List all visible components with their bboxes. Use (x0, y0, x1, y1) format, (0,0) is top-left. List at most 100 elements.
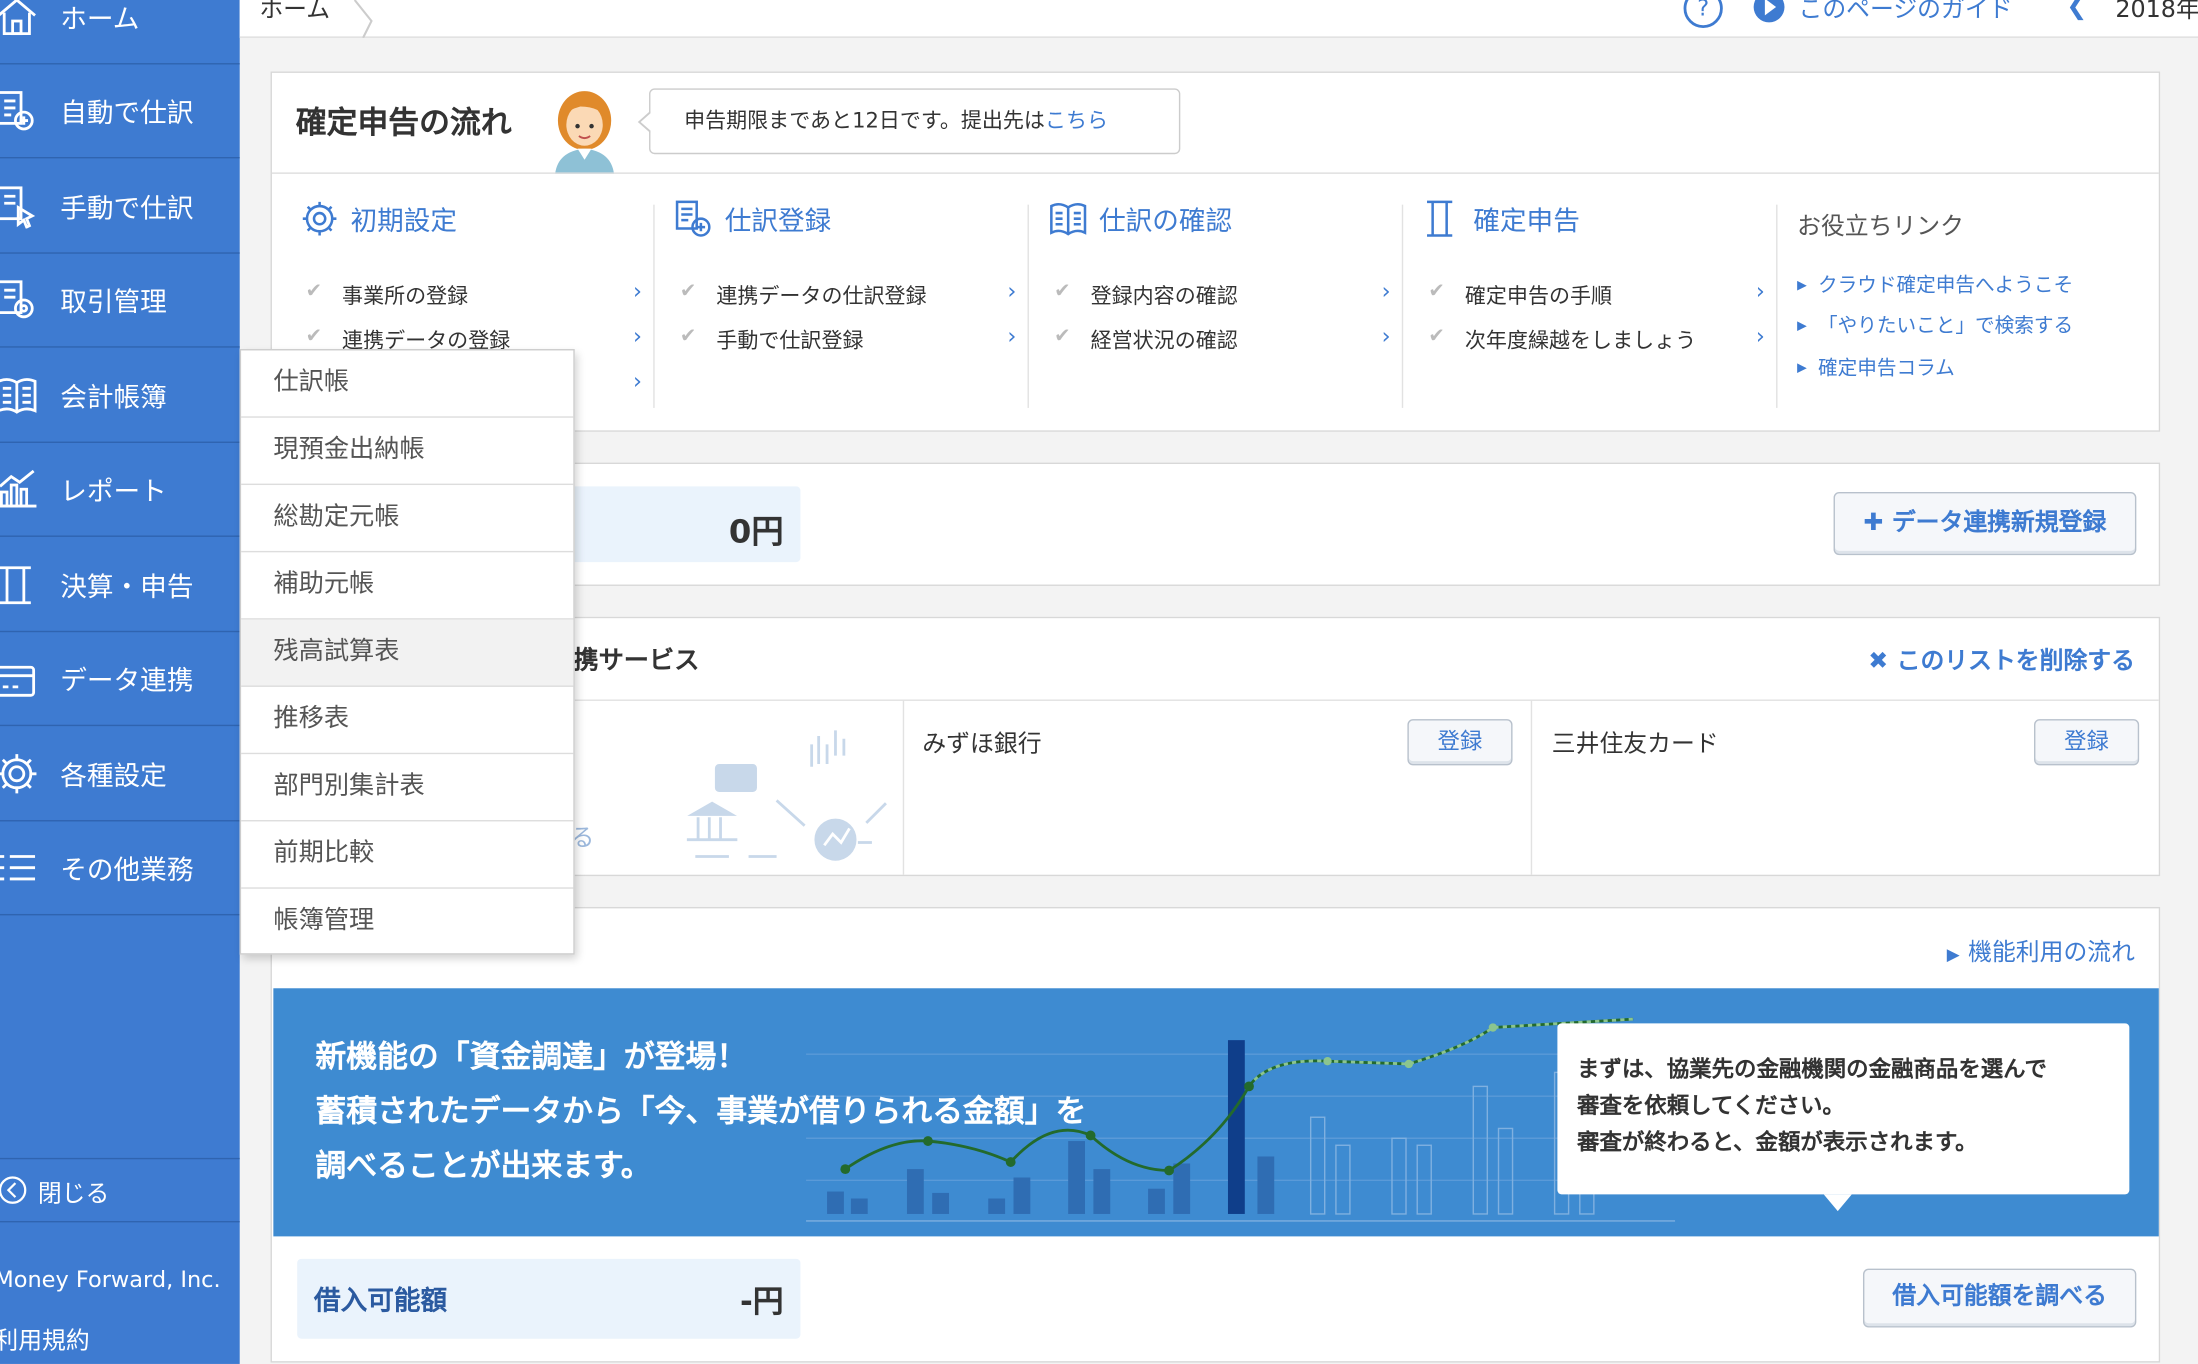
chevron-right-icon: › (1755, 322, 1765, 350)
menu-item-trial-balance[interactable]: 残高試算表 (241, 619, 574, 687)
useful-link[interactable]: ▶ クラウド確定申告へようこそ (1797, 271, 2073, 299)
report-chart-icon (0, 467, 39, 512)
assistant-avatar-icon (555, 91, 614, 174)
document-icon (1427, 200, 1453, 237)
plus-icon: ✚ (1863, 508, 1892, 537)
flow-item[interactable]: ✔ 登録内容の確認 › (1054, 278, 1390, 312)
help-icon[interactable]: ? (1683, 0, 1723, 29)
chevron-right-icon: › (1381, 277, 1391, 305)
flow-column-journal-review: 仕訳の確認 ✔ 登録内容の確認 › ✔ 経営状況の確認 › (1049, 199, 1391, 409)
sidebar-item-settings[interactable]: 各種設定 (0, 728, 240, 822)
flow-step-title: 確定申告 (1473, 205, 1580, 237)
flow-title: 確定申告の流れ (295, 106, 512, 142)
menu-item-cash-book[interactable]: 現預金出納帳 (241, 418, 574, 486)
balance-amount: 0円 (728, 514, 784, 551)
callout-line: まずは、協業先の金融機関の金融商品を選んで (1577, 1055, 2047, 1083)
sidebar-item-manual-journal[interactable]: 手動で仕訳 (0, 160, 240, 254)
chevron-right-icon: › (633, 277, 643, 305)
flow-item[interactable]: ✔ 手動で仕訳登録 › (680, 322, 1016, 356)
menu-item-transition-table[interactable]: 推移表 (241, 687, 574, 755)
list-icon (0, 845, 39, 890)
check-icon: ✔ (1428, 325, 1445, 348)
flow-step-tax-return[interactable]: 確定申告 (1423, 199, 1580, 238)
gear-icon (302, 201, 337, 236)
column-divider (1776, 204, 1778, 408)
terms-link[interactable]: 利用規約 (0, 1320, 90, 1356)
manual-journal-icon (0, 184, 39, 230)
sidebar-item-ledger[interactable]: 会計帳簿 (0, 349, 240, 443)
sidebar-item-label: その他業務 (60, 854, 194, 886)
register-button[interactable]: 登録 (2034, 719, 2140, 766)
flow-item-label: 手動で仕訳登録 (716, 328, 864, 354)
column-divider (1401, 204, 1404, 408)
sidebar-item-data-link[interactable]: データ連携 (0, 632, 240, 727)
triangle-right-icon: ▶ (1797, 319, 1807, 334)
column-divider (1027, 204, 1029, 408)
menu-item-prior-period-comparison[interactable]: 前期比較 (241, 821, 574, 889)
flow-item[interactable]: ✔ 次年度繰越をしましょう › (1428, 322, 1764, 356)
deadline-notice: 申告期限まであと12日です。提出先はこちら (637, 88, 1181, 155)
page-guide-link[interactable]: このページのガイド (1799, 0, 2013, 24)
chevron-right-icon: › (1755, 277, 1765, 305)
check-icon: ✔ (1054, 325, 1071, 348)
services-title: 携サービス (573, 646, 700, 676)
borrowable-amount-label: 借入可能額 (314, 1285, 448, 1317)
breadcrumb[interactable]: ホーム (259, 0, 330, 24)
flow-item[interactable]: ✔ 連携データの仕訳登録 › (680, 278, 1016, 312)
useful-link-label: 確定申告コラム (1818, 357, 1955, 380)
flow-item[interactable]: ✔ 経営状況の確認 › (1054, 322, 1390, 356)
play-icon[interactable] (1753, 0, 1785, 23)
check-icon: ✔ (305, 280, 323, 303)
sidebar-item-settlement[interactable]: 決算・申告 (0, 538, 240, 633)
sidebar-item-report[interactable]: レポート (0, 443, 240, 537)
check-borrowable-button[interactable]: 借入可能額を調べる (1862, 1268, 2137, 1328)
sidebar-item-other[interactable]: その他業務 (0, 821, 240, 916)
menu-item-general-ledger[interactable]: 総勘定元帳 (241, 485, 574, 553)
menu-item-department-summary[interactable]: 部門別集計表 (241, 754, 574, 822)
sidebar-close-button[interactable]: 閉じる (0, 1157, 240, 1223)
fiscal-year[interactable]: 2018年 (2115, 0, 2198, 24)
check-icon: ✔ (1428, 280, 1445, 303)
banner-line: 調べることが出来ます。 (315, 1149, 652, 1185)
flow-step-journal-entry[interactable]: 仕訳登録 (674, 199, 831, 238)
feature-flow-label: 機能利用の流れ (1968, 939, 2135, 968)
divider (271, 172, 2159, 174)
useful-link-label: クラウド確定申告へようこそ (1818, 274, 2074, 298)
chevron-left-circle-icon (0, 1175, 28, 1206)
sidebar-item-label: レポート (60, 475, 167, 507)
chevron-right-icon: › (633, 367, 643, 394)
sidebar-item-transactions[interactable]: 取引管理 (0, 254, 240, 348)
flow-item[interactable]: ✔ 事業所の登録 › (306, 278, 642, 312)
sidebar-item-home[interactable]: ホーム (0, 0, 240, 65)
ledger-submenu: 仕訳帳 現預金出納帳 総勘定元帳 補助元帳 残高試算表 推移表 部門別集計表 前… (239, 349, 575, 956)
useful-link[interactable]: ▶ 確定申告コラム (1797, 353, 1955, 381)
sidebar-item-label: 自動で仕訳 (60, 97, 194, 129)
flow-column-journal-entry: 仕訳登録 ✔ 連携データの仕訳登録 › ✔ 手動で仕訳登録 › (674, 199, 1016, 409)
flow-item[interactable]: ✔ 確定申告の手順 › (1428, 278, 1764, 312)
flow-step-initial-setup[interactable]: 初期設定 (300, 199, 457, 238)
delete-list-link[interactable]: ✖ このリストを削除する (1868, 641, 2135, 676)
useful-link-label: 「やりたいこと」で検索する (1818, 315, 2074, 338)
auto-journal-icon (0, 88, 39, 133)
useful-link[interactable]: ▶ 「やりたいこと」で検索する (1797, 311, 2073, 339)
register-button[interactable]: 登録 (1407, 719, 1513, 766)
data-link-illustration-icon (686, 730, 887, 861)
flow-step-journal-review[interactable]: 仕訳の確認 (1049, 199, 1233, 238)
flow-item-label: 確定申告の手順 (1464, 283, 1613, 309)
menu-item-book-management[interactable]: 帳簿管理 (241, 889, 573, 956)
useful-links-title: お役立ちリンク (1797, 213, 1964, 242)
sidebar-item-auto-journal[interactable]: 自動で仕訳 (0, 64, 240, 159)
menu-item-sub-ledger[interactable]: 補助元帳 (241, 552, 574, 620)
banner-line: 新機能の「資金調達」が登場！ (315, 1040, 748, 1076)
new-data-link-button[interactable]: ✚ データ連携新規登録 (1833, 492, 2137, 556)
transactions-icon (0, 278, 39, 323)
flow-step-title: 仕訳の確認 (1099, 205, 1233, 237)
menu-item-journal[interactable]: 仕訳帳 (241, 350, 574, 418)
sidebar: ホーム 自動で仕訳 手動で仕訳 取引管理 会計帳簿 レポート 決算・申告 データ… (0, 0, 240, 1364)
chevron-left-icon[interactable]: ❮ (2066, 0, 2087, 21)
sidebar-item-label: 取引管理 (60, 286, 167, 318)
feature-flow-link[interactable]: ▶ 機能利用の流れ (1947, 932, 2135, 967)
sidebar-item-label: 決算・申告 (60, 571, 194, 603)
submission-link[interactable]: こちら (1045, 108, 1108, 133)
triangle-right-icon: ▶ (1797, 361, 1807, 376)
